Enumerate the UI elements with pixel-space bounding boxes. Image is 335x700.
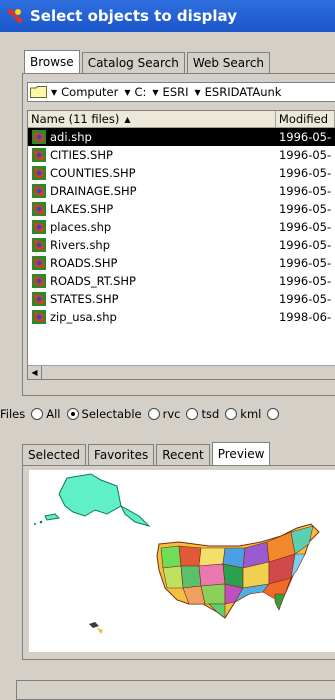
breadcrumb-esridata[interactable]: ▼ ESRIDATAunk bbox=[195, 85, 282, 99]
title-bar: Select objects to display bbox=[0, 0, 335, 32]
shapefile-icon bbox=[32, 148, 46, 162]
shapefile-icon bbox=[32, 256, 46, 270]
shapefile-icon bbox=[32, 202, 46, 216]
radio-icon bbox=[31, 408, 44, 420]
file-row[interactable]: ROADS.SHP 1996-05- bbox=[28, 254, 335, 272]
shapefile-icon bbox=[32, 220, 46, 234]
map-preview-image bbox=[34, 473, 320, 634]
shapefile-icon bbox=[32, 238, 46, 252]
filter-all[interactable]: All bbox=[31, 407, 61, 421]
file-list[interactable]: Name (11 files) ▲ Modified adi.shp 1996-… bbox=[27, 110, 335, 380]
column-name-header[interactable]: Name (11 files) ▲ bbox=[28, 111, 276, 127]
chevron-down-icon: ▼ bbox=[124, 87, 131, 97]
file-row[interactable]: COUNTIES.SHP 1996-05- bbox=[28, 164, 335, 182]
tab-preview[interactable]: Preview bbox=[211, 442, 271, 465]
filter-more[interactable] bbox=[267, 408, 282, 420]
bottom-tabs: Selected Favorites Recent Preview bbox=[22, 442, 272, 465]
file-list-header: Name (11 files) ▲ Modified bbox=[28, 111, 335, 128]
horizontal-scrollbar[interactable]: ◀ bbox=[28, 365, 335, 379]
radio-icon bbox=[147, 408, 160, 420]
radio-icon bbox=[225, 408, 238, 420]
file-row[interactable]: Rivers.shp 1996-05- bbox=[28, 236, 335, 254]
tab-catalog-search[interactable]: Catalog Search bbox=[81, 52, 185, 73]
filter-rvc[interactable]: rvc bbox=[147, 407, 180, 421]
sort-ascending-icon: ▲ bbox=[124, 114, 131, 124]
file-row[interactable]: adi.shp 1996-05- bbox=[28, 128, 335, 146]
shapefile-icon bbox=[32, 130, 46, 144]
breadcrumb-computer[interactable]: ▼ Computer bbox=[51, 85, 118, 99]
file-row[interactable]: DRAINAGE.SHP 1996-05- bbox=[28, 182, 335, 200]
tab-browse[interactable]: Browse bbox=[24, 50, 80, 73]
column-modified-header[interactable]: Modified bbox=[275, 111, 335, 127]
filter-tsd[interactable]: tsd bbox=[186, 407, 219, 421]
file-row[interactable]: STATES.SHP 1996-05- bbox=[28, 290, 335, 308]
app-icon bbox=[7, 8, 23, 24]
breadcrumb-esri[interactable]: ▼ ESRI bbox=[152, 85, 188, 99]
files-filter-label: Files bbox=[0, 407, 26, 421]
status-bar bbox=[16, 680, 335, 700]
path-breadcrumb[interactable]: ▼ Computer ▼ C: ▼ ESRI ▼ ESRIDATAunk bbox=[27, 82, 335, 102]
file-row[interactable]: ROADS_RT.SHP 1996-05- bbox=[28, 272, 335, 290]
shapefile-icon bbox=[32, 166, 46, 180]
chevron-down-icon: ▼ bbox=[194, 87, 201, 97]
radio-checked-icon bbox=[66, 408, 79, 420]
browse-panel: ▼ Computer ▼ C: ▼ ESRI ▼ ESRIDATAunk Nam… bbox=[22, 73, 335, 396]
folder-icon bbox=[30, 86, 47, 98]
radio-icon bbox=[186, 408, 199, 420]
tab-selected[interactable]: Selected bbox=[22, 444, 87, 465]
tab-favorites[interactable]: Favorites bbox=[88, 444, 155, 465]
shapefile-icon bbox=[32, 292, 46, 306]
tab-web-search[interactable]: Web Search bbox=[186, 52, 271, 73]
shapefile-icon bbox=[32, 274, 46, 288]
shapefile-icon bbox=[32, 184, 46, 198]
filter-selectable[interactable]: Selectable bbox=[66, 407, 142, 421]
window-title: Select objects to display bbox=[30, 7, 237, 25]
chevron-down-icon: ▼ bbox=[51, 87, 58, 97]
map-preview bbox=[29, 470, 335, 652]
file-row[interactable]: CITIES.SHP 1996-05- bbox=[28, 146, 335, 164]
file-row[interactable]: LAKES.SHP 1996-05- bbox=[28, 200, 335, 218]
file-row[interactable]: places.shp 1996-05- bbox=[28, 218, 335, 236]
breadcrumb-drive[interactable]: ▼ C: bbox=[124, 85, 146, 99]
scroll-left-icon[interactable]: ◀ bbox=[28, 366, 42, 379]
file-row[interactable]: zip_usa.shp 1998-06- bbox=[28, 308, 335, 326]
preview-panel bbox=[22, 465, 335, 660]
chevron-down-icon: ▼ bbox=[152, 87, 159, 97]
filter-kml[interactable]: kml bbox=[225, 407, 261, 421]
main-tabs: Browse Catalog Search Web Search bbox=[24, 50, 272, 73]
radio-icon bbox=[267, 408, 280, 420]
select-objects-dialog: Select objects to display Browse Catalog… bbox=[0, 0, 335, 700]
tab-recent[interactable]: Recent bbox=[156, 444, 210, 465]
files-filter: Files All Selectable rvc tsd kml bbox=[0, 405, 335, 423]
shapefile-icon bbox=[32, 310, 46, 324]
